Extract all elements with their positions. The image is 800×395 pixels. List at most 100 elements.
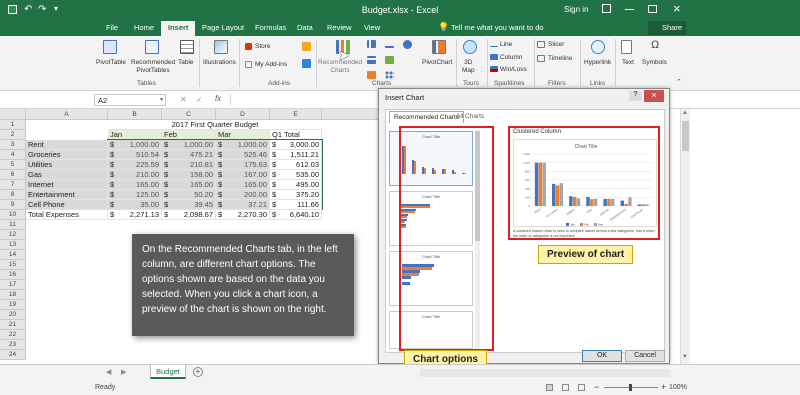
expense-feb-cell[interactable]: $475.21 [162, 150, 216, 160]
name-box[interactable]: A2 ▾ [94, 94, 166, 106]
tab-data[interactable]: Data [297, 23, 313, 32]
scatter-chart-icon[interactable] [385, 71, 394, 79]
expense-jan-cell[interactable]: $125.00 [108, 190, 162, 200]
waterfall-chart-icon[interactable] [385, 56, 394, 64]
bar-chart-icon[interactable] [367, 56, 376, 64]
column-chart-icon[interactable] [367, 40, 376, 48]
expense-jan-cell[interactable]: $1,000.00 [108, 140, 162, 150]
row-header[interactable]: 22 [0, 330, 26, 340]
expense-jan-cell[interactable]: $165.00 [108, 180, 162, 190]
tab-insert[interactable]: Insert [161, 21, 196, 36]
tab-page-layout[interactable]: Page Layout [202, 23, 244, 32]
cancel-entry-icon[interactable]: ✕ [180, 95, 187, 104]
expense-name[interactable]: Rent [26, 140, 108, 150]
sparkline-winloss-button[interactable]: Win/Loss [500, 66, 527, 74]
sheet-tab-budget[interactable]: Budget [150, 365, 186, 379]
expense-name[interactable]: Internet [26, 180, 108, 190]
column-header-f[interactable] [322, 109, 380, 120]
symbols-button[interactable]: Symbols [642, 59, 667, 67]
table-button[interactable]: Table [178, 59, 194, 67]
expense-name[interactable]: Utilities [26, 160, 108, 170]
tab-view[interactable]: View [364, 23, 380, 32]
row-header[interactable]: 1 [0, 120, 26, 130]
zoom-slider[interactable] [604, 384, 658, 391]
zoom-out-icon[interactable]: − [594, 382, 599, 392]
tab-home[interactable]: Home [134, 23, 154, 32]
expense-mar-cell[interactable]: $167.00 [216, 170, 270, 180]
q1-total-header[interactable]: Q1 Total [270, 130, 322, 140]
close-icon[interactable]: × [673, 1, 681, 16]
row-header[interactable]: 16 [0, 270, 26, 280]
expense-mar-cell[interactable]: $1,000.00 [216, 140, 270, 150]
expense-mar-cell[interactable]: $37.21 [216, 200, 270, 210]
hyperlink-button[interactable]: Hyperlink [584, 59, 611, 67]
expense-total-cell[interactable]: $535.00 [270, 170, 322, 180]
row-header[interactable]: 20 [0, 310, 26, 320]
sheet-next-icon[interactable]: ▶ [121, 368, 126, 376]
expense-jan-cell[interactable]: $210.00 [108, 170, 162, 180]
add-sheet-icon[interactable]: + [193, 367, 203, 377]
store-button[interactable]: Store [255, 43, 271, 51]
row-header[interactable]: 15 [0, 260, 26, 270]
people-icon[interactable] [302, 59, 311, 68]
row-header[interactable]: 9 [0, 200, 26, 210]
month-header-mar[interactable]: Mar [216, 130, 270, 140]
dialog-close-button[interactable]: × [644, 90, 664, 102]
month-header-jan[interactable]: Jan [108, 130, 162, 140]
total-jan[interactable]: $2,271.13 [108, 210, 162, 220]
pivottable-button[interactable]: PivotTable [96, 59, 126, 67]
my-addins-button[interactable]: My Add-ins [255, 61, 287, 69]
row-header[interactable]: 2 [0, 130, 26, 140]
expense-feb-cell[interactable]: $50.20 [162, 190, 216, 200]
minimize-icon[interactable] [625, 9, 634, 10]
sparkline-line-button[interactable]: Line [500, 41, 512, 49]
signin-link[interactable]: Sign in [564, 5, 588, 14]
3d-map-button[interactable]: 3D Map [462, 59, 475, 75]
expense-total-cell[interactable]: $495.00 [270, 180, 322, 190]
expense-feb-cell[interactable]: $1,000.00 [162, 140, 216, 150]
total-feb[interactable]: $2,098.67 [162, 210, 216, 220]
row-header[interactable]: 19 [0, 300, 26, 310]
expense-feb-cell[interactable]: $210.81 [162, 160, 216, 170]
expense-total-cell[interactable]: $111.66 [270, 200, 322, 210]
pivotchart-button[interactable]: PivotChart [422, 59, 452, 67]
row-header[interactable]: 14 [0, 250, 26, 260]
tab-file[interactable]: File [106, 23, 118, 32]
row-header[interactable]: 8 [0, 190, 26, 200]
budget-title[interactable]: 2017 First Quarter Budget [108, 120, 322, 130]
row-header[interactable]: 5 [0, 160, 26, 170]
zoom-level[interactable]: 100% [669, 384, 687, 391]
row-header[interactable]: 13 [0, 240, 26, 250]
tell-me-search[interactable]: Tell me what you want to do [451, 23, 544, 32]
expense-jan-cell[interactable]: $510.54 [108, 150, 162, 160]
scroll-thumb[interactable] [682, 121, 689, 151]
expense-mar-cell[interactable]: $175.63 [216, 160, 270, 170]
expense-feb-cell[interactable]: $158.00 [162, 170, 216, 180]
column-header-c[interactable]: C [162, 109, 216, 120]
recommended-pivottables-button[interactable]: Recommended PivotTables [131, 59, 175, 75]
text-button[interactable]: Text [622, 59, 634, 67]
maximize-icon[interactable] [648, 5, 657, 13]
row-header[interactable]: 12 [0, 230, 26, 240]
tab-all-charts[interactable]: All Charts [456, 113, 484, 120]
month-header-feb[interactable]: Feb [162, 130, 216, 140]
combo-chart-icon[interactable] [367, 71, 376, 79]
expense-name[interactable]: Entertainment [26, 190, 108, 200]
expense-name[interactable]: Gas [26, 170, 108, 180]
expense-feb-cell[interactable]: $39.45 [162, 200, 216, 210]
expense-total-cell[interactable]: $3,000.00 [270, 140, 322, 150]
illustrations-button[interactable]: Illustrations [203, 59, 236, 67]
expense-mar-cell[interactable]: $165.00 [216, 180, 270, 190]
column-header-a[interactable]: A [26, 109, 108, 120]
horizontal-scrollbar[interactable] [420, 369, 670, 377]
page-break-view-icon[interactable] [578, 384, 585, 391]
slicer-button[interactable]: Slicer [548, 41, 564, 49]
sparkline-column-button[interactable]: Column [500, 54, 522, 62]
row-header[interactable]: 10 [0, 210, 26, 220]
zoom-in-icon[interactable]: + [661, 382, 666, 392]
row-header[interactable]: 24 [0, 350, 26, 360]
tab-formulas[interactable]: Formulas [255, 23, 286, 32]
expense-mar-cell[interactable]: $525.46 [216, 150, 270, 160]
vertical-scrollbar[interactable]: ▲ ▼ [680, 109, 690, 364]
normal-view-icon[interactable] [546, 384, 553, 391]
